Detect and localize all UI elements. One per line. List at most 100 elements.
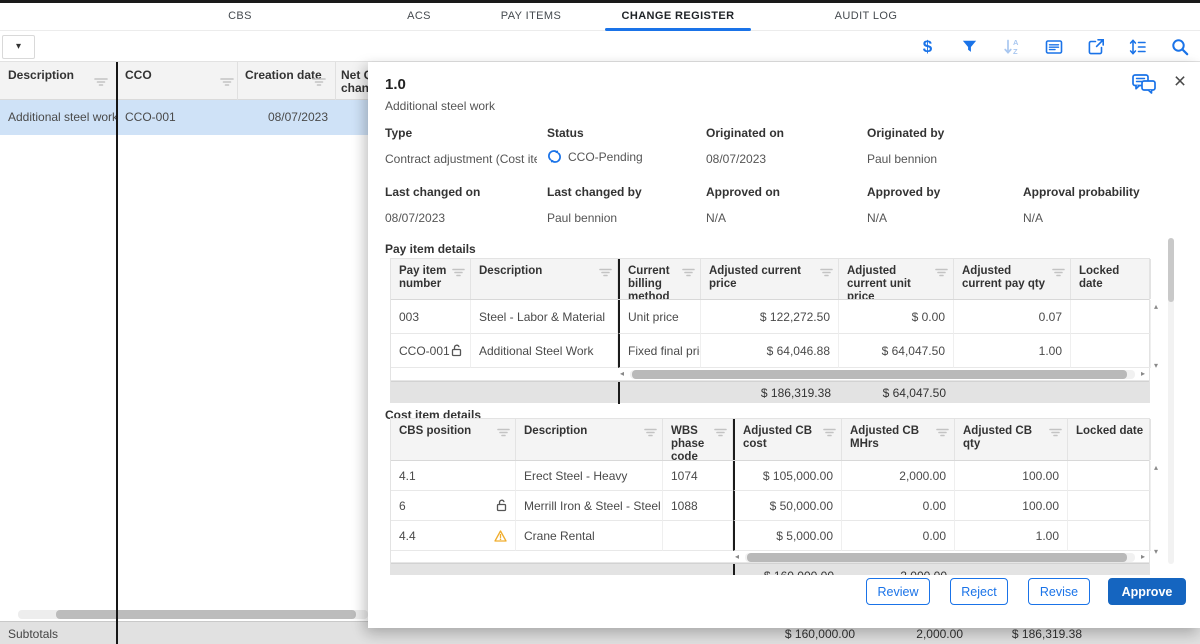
comments-icon[interactable] bbox=[1130, 72, 1158, 96]
tab-change-register[interactable]: CHANGE REGISTER bbox=[622, 10, 735, 22]
tab-pay-items[interactable]: PAY ITEMS bbox=[501, 10, 561, 22]
unlock-icon bbox=[451, 344, 462, 357]
change-detail-panel: × 1.0 Additional steel work Type Status … bbox=[368, 62, 1200, 628]
dollar-icon[interactable]: $ bbox=[915, 34, 940, 59]
filter-icon[interactable] bbox=[599, 268, 612, 281]
col-adjusted-current-price: Adjusted current price bbox=[701, 259, 839, 299]
pay-item-details-title: Pay item details bbox=[385, 242, 476, 256]
scroll-left-icon[interactable]: ◂ bbox=[620, 369, 624, 378]
cell-position: 6 bbox=[391, 491, 516, 521]
field-value-last-changed-by: Paul bennion bbox=[547, 211, 617, 225]
review-button[interactable]: Review bbox=[866, 578, 930, 605]
register-row-selected[interactable]: Additional steel work CCO-001 08/07/2023 bbox=[0, 100, 368, 135]
approve-button[interactable]: Approve bbox=[1108, 578, 1186, 605]
col-adjusted-cb-qty: Adjusted CB qty bbox=[955, 419, 1068, 460]
tab-bar: CBS ACS PAY ITEMS CHANGE REGISTER AUDIT … bbox=[0, 3, 1200, 31]
subtotals-label: Subtotals bbox=[8, 627, 58, 641]
pay-row[interactable]: 003 Steel - Labor & Material Unit price … bbox=[391, 300, 1149, 334]
scroll-up-icon[interactable]: ▴ bbox=[1154, 303, 1158, 311]
scrollbar-thumb[interactable] bbox=[632, 370, 1127, 379]
filter-icon[interactable] bbox=[936, 428, 949, 441]
tab-cbs[interactable]: CBS bbox=[228, 10, 252, 22]
filter-icon[interactable] bbox=[820, 268, 833, 281]
filter-icon[interactable] bbox=[94, 74, 108, 92]
export-icon[interactable] bbox=[1083, 34, 1108, 59]
filter-icon[interactable] bbox=[823, 428, 836, 441]
cell-qty: 100.00 bbox=[955, 491, 1068, 521]
cell-method: Fixed final price bbox=[618, 334, 701, 368]
scrollbar-thumb[interactable] bbox=[56, 610, 356, 619]
cell-position: 4.1 bbox=[391, 461, 516, 491]
filter-icon[interactable] bbox=[957, 34, 982, 59]
col-locked-date: Locked date bbox=[1068, 419, 1151, 460]
filter-icon[interactable] bbox=[1049, 428, 1062, 441]
col-adjusted-current-pay-qty: Adjusted current pay qty bbox=[954, 259, 1071, 299]
scroll-right-icon[interactable]: ▸ bbox=[1141, 552, 1145, 561]
grid-toolbar: ▾ $ AZ bbox=[0, 31, 1200, 62]
cell-price: $ 64,046.88 bbox=[701, 334, 839, 368]
reject-button[interactable]: Reject bbox=[950, 578, 1008, 605]
tab-audit-log[interactable]: AUDIT LOG bbox=[835, 10, 898, 22]
close-icon[interactable]: × bbox=[1168, 70, 1192, 94]
total-price: $ 186,319.38 bbox=[701, 382, 839, 404]
scrollbar-thumb[interactable] bbox=[1168, 238, 1174, 302]
revise-button[interactable]: Revise bbox=[1028, 578, 1090, 605]
sort-az-icon[interactable]: AZ bbox=[999, 34, 1024, 59]
filter-icon[interactable] bbox=[452, 268, 465, 281]
register-grid-header: Description CCO Creation date Net Qty ch… bbox=[0, 62, 368, 100]
cost-row[interactable]: 4.1 Erect Steel - Heavy 1074 $ 105,000.0… bbox=[391, 461, 1149, 491]
cost-table-header: CBS position Description WBS phase code … bbox=[391, 419, 1149, 461]
grid-horizontal-scrollbar[interactable] bbox=[18, 610, 368, 619]
cell-mhrs: 0.00 bbox=[842, 521, 955, 551]
cost-table-hscrollbar[interactable]: ◂ ▸ bbox=[391, 551, 1149, 563]
col-locked-date: Locked date bbox=[1071, 259, 1151, 299]
filter-icon[interactable] bbox=[682, 268, 695, 281]
field-value-approval-probability: N/A bbox=[1023, 211, 1043, 225]
cost-item-table: CBS position Description WBS phase code … bbox=[390, 418, 1150, 575]
cell-locked-date bbox=[1068, 491, 1151, 521]
col-cbs-position: CBS position bbox=[391, 419, 516, 460]
panel-vertical-scrollbar[interactable] bbox=[1168, 238, 1174, 564]
search-icon[interactable] bbox=[1167, 34, 1192, 59]
cell-description: Merrill Iron & Steel - Steel m... bbox=[516, 491, 663, 521]
cell-cost: $ 50,000.00 bbox=[733, 491, 842, 521]
cell-cost: $ 5,000.00 bbox=[733, 521, 842, 551]
col-adjusted-cb-cost: Adjusted CB cost bbox=[733, 419, 842, 460]
app-window: CBS ACS PAY ITEMS CHANGE REGISTER AUDIT … bbox=[0, 0, 1200, 644]
pay-row[interactable]: CCO-001 Additional Steel Work Fixed fina… bbox=[391, 334, 1149, 368]
filter-icon[interactable] bbox=[644, 428, 657, 441]
filter-icon[interactable] bbox=[714, 428, 727, 441]
cost-row[interactable]: 4.4 Crane Rental $ 5,000.00 0.00 1.00 bbox=[391, 521, 1149, 551]
cost-row[interactable]: 6 Merrill Iron & Steel - Steel m... 1088… bbox=[391, 491, 1149, 521]
filter-icon[interactable] bbox=[935, 268, 948, 281]
cell-mhrs: 2,000.00 bbox=[842, 461, 955, 491]
unlock-icon bbox=[496, 499, 507, 512]
subtotal-mhrs: 2,000.00 bbox=[873, 627, 963, 641]
tab-acs[interactable]: ACS bbox=[407, 10, 431, 22]
field-label-status: Status bbox=[547, 126, 584, 140]
toolbar-icons: $ AZ bbox=[915, 34, 1192, 59]
scroll-left-icon[interactable]: ◂ bbox=[735, 552, 739, 561]
scrollbar-thumb[interactable] bbox=[747, 553, 1127, 562]
pay-table-hscrollbar[interactable]: ◂ ▸ bbox=[391, 368, 1149, 381]
filter-icon[interactable] bbox=[1052, 268, 1065, 281]
field-value-type: Contract adjustment (Cost ite... bbox=[385, 152, 537, 166]
scroll-down-icon[interactable]: ▾ bbox=[1154, 362, 1158, 370]
scroll-up-icon[interactable]: ▴ bbox=[1154, 464, 1158, 472]
view-dropdown[interactable]: ▾ bbox=[2, 35, 35, 59]
field-label-last-changed-by: Last changed by bbox=[547, 185, 642, 199]
col-description: Description bbox=[516, 419, 663, 460]
filter-icon[interactable] bbox=[497, 428, 510, 441]
cell-description: Additional steel work bbox=[8, 110, 118, 124]
filter-icon[interactable] bbox=[312, 74, 326, 92]
scroll-right-icon[interactable]: ▸ bbox=[1141, 369, 1145, 378]
details-icon[interactable] bbox=[1041, 34, 1066, 59]
field-value-approved-by: N/A bbox=[867, 211, 887, 225]
scroll-down-icon[interactable]: ▾ bbox=[1154, 548, 1158, 556]
col-pay-item-number: Pay item number bbox=[391, 259, 471, 299]
cell-cco: CCO-001 bbox=[125, 110, 176, 124]
sync-icon bbox=[547, 149, 562, 164]
row-height-icon[interactable] bbox=[1125, 34, 1150, 59]
field-value-originated-on: 08/07/2023 bbox=[706, 152, 766, 166]
filter-icon[interactable] bbox=[220, 74, 234, 92]
